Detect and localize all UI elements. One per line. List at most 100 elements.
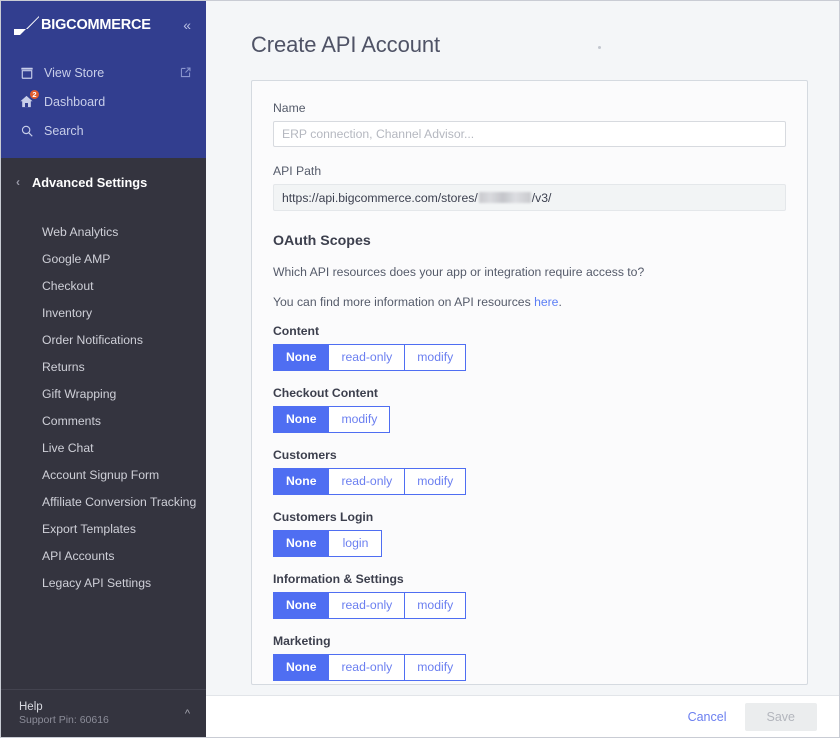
sidebar-item-api-accounts[interactable]: API Accounts	[1, 542, 206, 569]
sidebar-item-label: Search	[44, 123, 84, 138]
scope-option-none[interactable]: None	[273, 344, 329, 371]
api-path-value: https://api.bigcommerce.com/stores/ /v3/	[273, 184, 786, 211]
sidebar-item-account-signup-form[interactable]: Account Signup Form	[1, 461, 206, 488]
scope-option-read-only[interactable]: read-only	[328, 592, 405, 619]
oauth-question: Which API resources does your app or int…	[273, 265, 645, 279]
sidebar-item-checkout[interactable]: Checkout	[1, 272, 206, 299]
scope-group-customers-login: Customers Login None login	[273, 510, 786, 557]
sidebar-item-live-chat[interactable]: Live Chat	[1, 434, 206, 461]
sidebar-item-label: API Accounts	[42, 548, 115, 563]
oauth-scopes-heading: OAuth Scopes	[273, 233, 371, 249]
segmented-control: None read-only modify	[273, 592, 786, 619]
sidebar-item-label: View Store	[44, 65, 105, 80]
create-api-account-card: Name API Path https://api.bigcommerce.co…	[251, 80, 808, 685]
sidebar-item-view-store[interactable]: View Store	[1, 58, 206, 87]
name-field-group: Name	[273, 101, 786, 147]
api-path-suffix: /v3/	[531, 190, 552, 205]
sidebar-item-label: Order Notifications	[42, 332, 143, 347]
scope-group-checkout-content: Checkout Content None modify	[273, 386, 786, 433]
segmented-control: None modify	[273, 406, 786, 433]
sidebar: BIGCOMMERCE « View Store 2 Dashboard Sea…	[1, 1, 206, 737]
home-icon: 2	[18, 89, 40, 110]
store-hash-redacted	[478, 192, 531, 203]
sidebar-item-export-templates[interactable]: Export Templates	[1, 515, 206, 542]
scope-option-login[interactable]: login	[328, 530, 383, 557]
sidebar-item-inventory[interactable]: Inventory	[1, 299, 206, 326]
sidebar-item-gift-wrapping[interactable]: Gift Wrapping	[1, 380, 206, 407]
api-path-field-group: API Path https://api.bigcommerce.com/sto…	[273, 164, 786, 211]
sidebar-item-dashboard[interactable]: 2 Dashboard	[1, 87, 206, 116]
decorative-dot	[598, 46, 601, 49]
scope-option-modify[interactable]: modify	[328, 406, 391, 433]
sidebar-top-section: BIGCOMMERCE « View Store 2 Dashboard Sea…	[1, 1, 206, 158]
sidebar-brand-row: BIGCOMMERCE «	[1, 1, 206, 49]
scope-option-read-only[interactable]: read-only	[328, 654, 405, 681]
sidebar-item-search[interactable]: Search	[1, 116, 206, 145]
scope-option-none[interactable]: None	[273, 406, 329, 433]
scope-group-information-settings: Information & Settings None read-only mo…	[273, 572, 786, 619]
storefront-icon	[18, 64, 35, 81]
chevron-left-icon: ‹	[16, 175, 20, 189]
page-title: Create API Account	[251, 32, 440, 57]
sidebar-item-label: Web Analytics	[42, 224, 119, 239]
chevron-up-icon[interactable]: ^	[185, 708, 190, 720]
scope-option-read-only[interactable]: read-only	[328, 344, 405, 371]
scope-option-read-only[interactable]: read-only	[328, 468, 405, 495]
scope-option-modify[interactable]: modify	[404, 344, 467, 371]
name-input[interactable]	[273, 121, 786, 147]
sidebar-item-label: Checkout	[42, 278, 94, 293]
scope-label: Customers Login	[273, 510, 374, 524]
name-label: Name	[273, 101, 306, 115]
scope-option-none[interactable]: None	[273, 468, 329, 495]
help-panel[interactable]: Help Support Pin: 60616 ^	[1, 689, 206, 737]
sidebar-item-affiliate-conversion-tracking[interactable]: Affiliate Conversion Tracking	[1, 488, 206, 515]
scope-option-none[interactable]: None	[273, 592, 329, 619]
sidebar-item-label: Live Chat	[42, 440, 94, 455]
save-button[interactable]: Save	[744, 702, 817, 731]
bigcommerce-logo-icon	[14, 15, 39, 35]
segmented-control: None read-only modify	[273, 344, 786, 371]
scope-option-modify[interactable]: modify	[404, 654, 467, 681]
sidebar-item-returns[interactable]: Returns	[1, 353, 206, 380]
sidebar-item-label: Affiliate Conversion Tracking	[42, 494, 197, 509]
main-scroll-area: Create API Account Name API Path https:/…	[206, 1, 839, 695]
segmented-control: None read-only modify	[273, 468, 786, 495]
bigcommerce-logo[interactable]: BIGCOMMERCE	[14, 15, 181, 35]
scope-label: Checkout Content	[273, 386, 378, 400]
oauth-info-suffix: .	[558, 295, 562, 309]
api-resources-link[interactable]: here	[534, 295, 558, 309]
cancel-button[interactable]: Cancel	[678, 704, 737, 730]
brand-name: BIGCOMMERCE	[41, 16, 151, 33]
sidebar-nav-list: Web Analytics Google AMP Checkout Invent…	[1, 206, 206, 596]
scope-option-none[interactable]: None	[273, 654, 329, 681]
sidebar-item-label: Legacy API Settings	[42, 575, 152, 590]
sidebar-item-web-analytics[interactable]: Web Analytics	[1, 218, 206, 245]
scope-option-modify[interactable]: modify	[404, 468, 467, 495]
sidebar-item-google-amp[interactable]: Google AMP	[1, 245, 206, 272]
sidebar-collapse-button[interactable]: «	[181, 15, 192, 35]
oauth-info-line: You can find more information on API res…	[273, 295, 786, 309]
scope-label: Marketing	[273, 634, 331, 648]
sidebar-item-legacy-api-settings[interactable]: Legacy API Settings	[1, 569, 206, 596]
sidebar-item-label: Dashboard	[44, 94, 106, 109]
scope-option-none[interactable]: None	[273, 530, 329, 557]
sidebar-item-label: Account Signup Form	[42, 467, 160, 482]
sidebar-item-label: Comments	[42, 413, 101, 428]
sidebar-item-label: Returns	[42, 359, 85, 374]
sidebar-section-label: Advanced Settings	[32, 174, 148, 190]
api-path-label: API Path	[273, 164, 322, 178]
sidebar-item-label: Export Templates	[42, 521, 136, 536]
sidebar-item-label: Google AMP	[42, 251, 111, 266]
scope-group-content: Content None read-only modify	[273, 324, 786, 371]
sidebar-item-order-notifications[interactable]: Order Notifications	[1, 326, 206, 353]
form-footer: Cancel Save	[206, 695, 839, 737]
sidebar-item-comments[interactable]: Comments	[1, 407, 206, 434]
scope-label: Content	[273, 324, 320, 338]
api-path-prefix: https://api.bigcommerce.com/stores/	[282, 190, 478, 205]
scope-group-customers: Customers None read-only modify	[273, 448, 786, 495]
segmented-control: None read-only modify	[273, 654, 786, 681]
notification-badge: 2	[29, 89, 40, 100]
sidebar-section-advanced-settings[interactable]: ‹ Advanced Settings	[1, 158, 206, 206]
scope-option-modify[interactable]: modify	[404, 592, 467, 619]
